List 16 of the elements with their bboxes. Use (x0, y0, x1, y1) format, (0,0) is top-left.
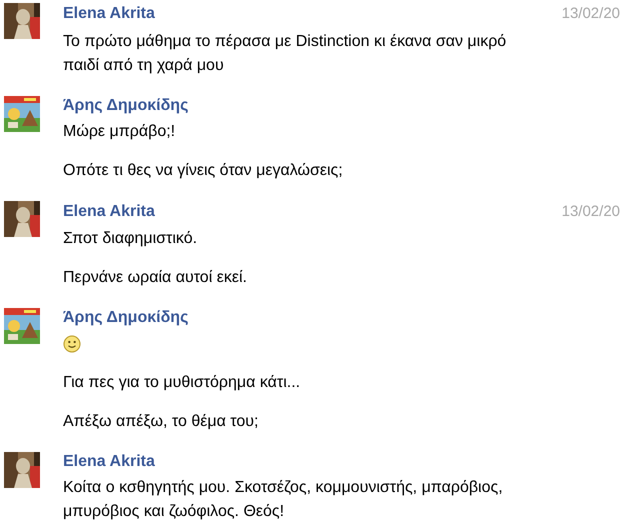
sender-name[interactable]: Άρης Δημοκίδης (63, 96, 188, 116)
message-text: Απέξω απέξω, το θέμα του; (63, 412, 260, 432)
sender-name[interactable]: Elena Akrita (63, 4, 155, 24)
message-text: Για πες για το μυθιστόρημα κάτι... (63, 373, 302, 393)
message-text: Οπότε τι θες να γίνεις όταν μεγαλώσεις; (63, 160, 344, 180)
sender-name[interactable]: Elena Akrita (63, 452, 155, 472)
message-text: Το πρώτο μάθημα το πέρασα με Distinction κι έκανα σαν μικρό παιδί από τη χαρά μου (63, 32, 508, 76)
message-text: Μώρε μπράβο;! (63, 122, 176, 142)
sender-name[interactable]: Elena Akrita (63, 202, 155, 222)
message-date: 13/02/20 (562, 4, 620, 24)
message-text: Περνάνε ωραία αυτοί εκεί. (63, 268, 248, 288)
message-text: Σποτ διαφημιστικό. (63, 229, 198, 249)
smiley-icon (63, 335, 81, 353)
message-text: Κοίτα ο κσθηγητής μου. Σκοτσέζος, κομμουνιστής, μπαρόβιος, μπυρόβιος και ζωόφιλος. Θεός! (63, 478, 504, 522)
sender-name[interactable]: Άρης Δημοκίδης (63, 308, 188, 328)
message-date: 13/02/20 (562, 202, 620, 222)
